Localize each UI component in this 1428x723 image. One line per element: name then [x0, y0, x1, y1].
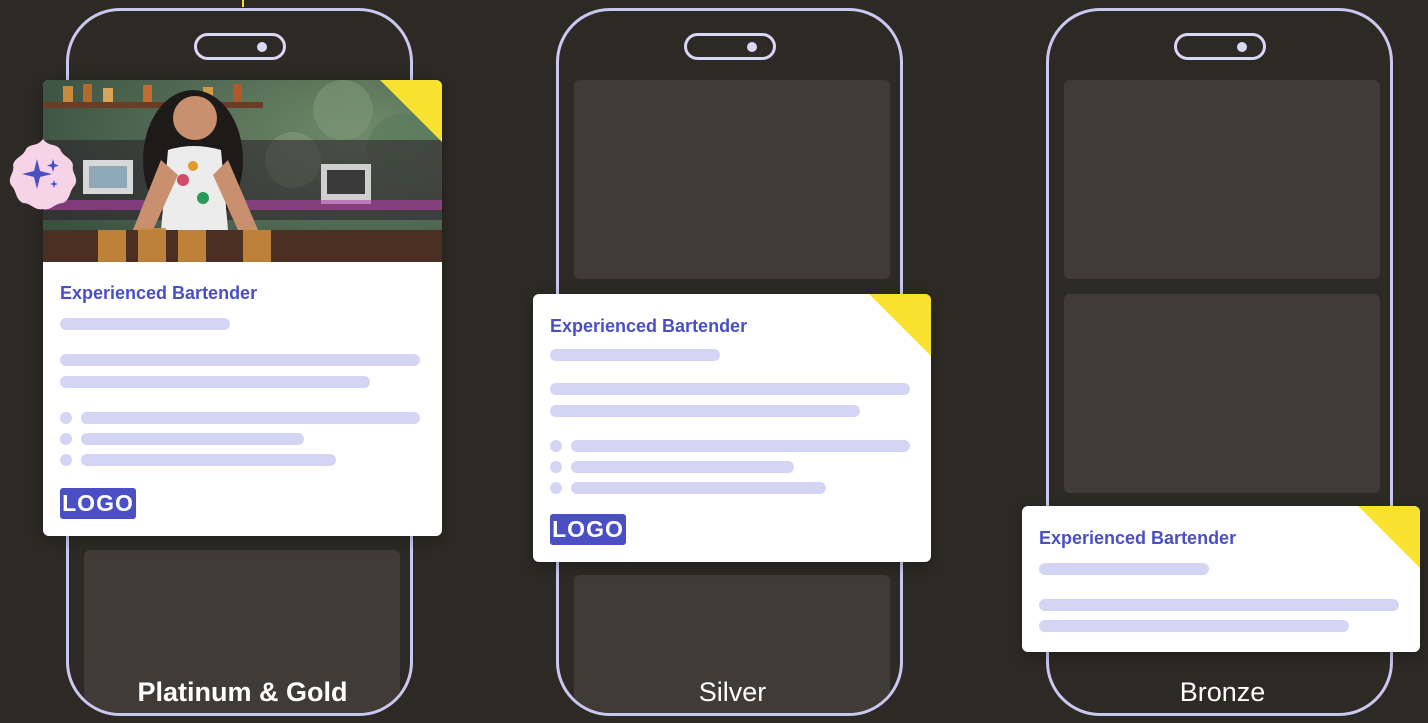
placeholder-slot — [1064, 80, 1380, 279]
placeholder-slot — [574, 80, 890, 279]
tier-label-platinum-gold: Platinum & Gold — [137, 677, 348, 707]
skeleton-line — [60, 318, 230, 330]
bullet-dot — [550, 461, 562, 473]
skeleton-line — [550, 383, 910, 395]
bullet-dot — [60, 412, 72, 424]
skeleton-line — [60, 354, 420, 366]
skeleton-line — [1039, 563, 1209, 575]
camera-pill — [1173, 33, 1266, 60]
camera-pill — [683, 33, 776, 60]
guide-line — [242, 0, 244, 7]
camera-dot — [256, 42, 267, 52]
skeleton-line — [550, 405, 860, 417]
corner-flag — [869, 294, 931, 356]
skeleton-line — [1039, 599, 1399, 611]
skeleton-line — [571, 461, 794, 473]
bullet-dot — [550, 440, 562, 452]
bullet-dot — [60, 433, 72, 445]
job-card-bronze[interactable]: Experienced Bartender — [1022, 506, 1420, 652]
corner-flag — [1358, 506, 1420, 568]
tier-label-silver: Silver — [698, 677, 767, 707]
company-logo: LOGO — [60, 488, 136, 519]
skeleton-line — [550, 349, 720, 361]
skeleton-line — [571, 440, 910, 452]
skeleton-line — [81, 433, 304, 445]
job-card-platinum[interactable]: Experienced Bartender LOGO — [43, 80, 442, 536]
job-title: Experienced Bartender — [60, 283, 258, 303]
tier-label-bronze: Bronze — [1179, 677, 1266, 707]
bullet-dot — [550, 482, 562, 494]
camera-dot — [1236, 42, 1247, 52]
skeleton-line — [1039, 620, 1349, 632]
placeholder-slot — [1064, 294, 1380, 493]
skeleton-line — [81, 454, 336, 466]
skeleton-line — [81, 412, 420, 424]
corner-flag — [380, 80, 442, 142]
sparkle-icon — [9, 139, 77, 210]
skeleton-line — [60, 376, 370, 388]
job-title: Experienced Bartender — [550, 316, 748, 336]
company-logo: LOGO — [550, 514, 626, 545]
camera-pill — [193, 33, 286, 60]
job-title: Experienced Bartender — [1039, 528, 1237, 548]
camera-dot — [746, 42, 757, 52]
bullet-dot — [60, 454, 72, 466]
skeleton-line — [571, 482, 826, 494]
job-card-silver[interactable]: Experienced Bartender LOGO — [533, 294, 931, 562]
